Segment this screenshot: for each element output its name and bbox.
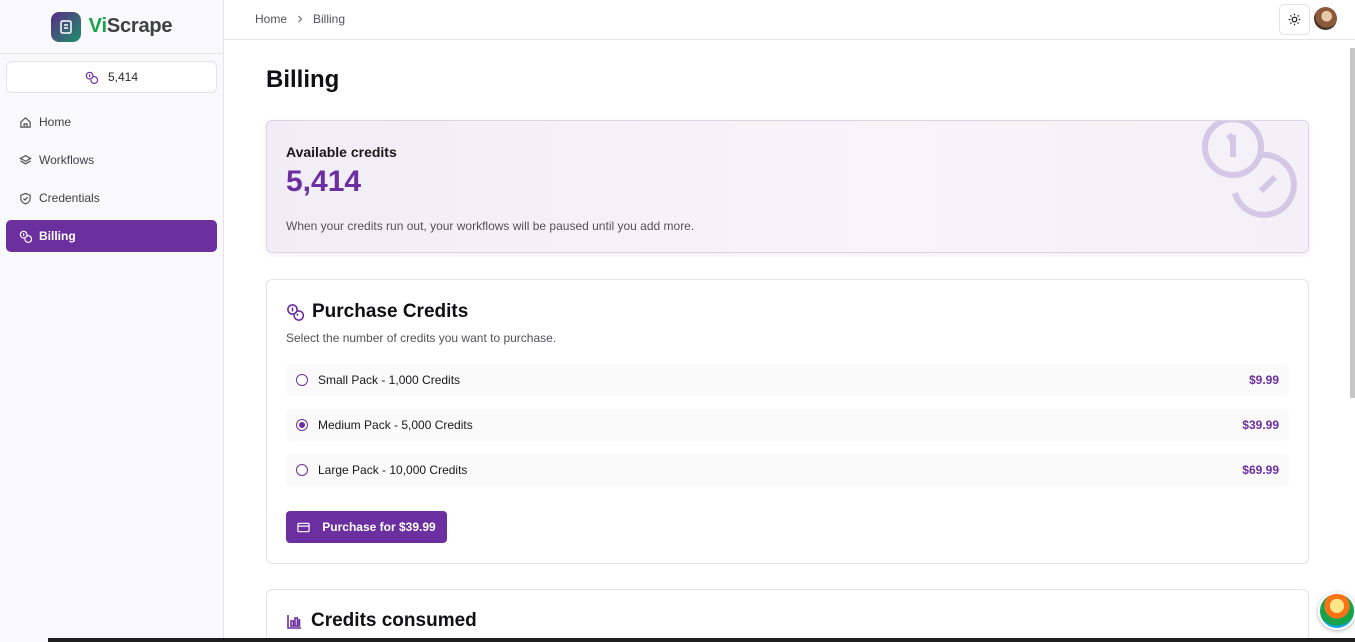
breadcrumb-home[interactable]: Home bbox=[255, 12, 287, 26]
user-avatar[interactable] bbox=[1314, 7, 1337, 30]
purchase-button-label: Purchase for $39.99 bbox=[322, 520, 436, 534]
chevron-right-icon bbox=[298, 15, 303, 23]
credits-consumed-title-text: Credits consumed bbox=[311, 610, 477, 631]
coins-icon bbox=[1202, 121, 1297, 218]
layers-icon bbox=[19, 154, 32, 164]
home-icon bbox=[20, 116, 31, 128]
app: ViScrape 5,414 Home Workflows Credential… bbox=[0, 0, 1355, 642]
theme-toggle-button[interactable] bbox=[1279, 4, 1310, 35]
sidebar-item-billing[interactable]: Billing bbox=[6, 220, 217, 252]
coins-icon bbox=[85, 71, 98, 84]
credit-card-icon bbox=[297, 522, 310, 532]
coins-icon bbox=[287, 304, 304, 321]
available-credits-value: 5,414 bbox=[286, 165, 362, 198]
purchase-credits-title-text: Purchase Credits bbox=[312, 301, 469, 322]
credits-consumed-title: Credits consumed bbox=[286, 610, 477, 632]
brand[interactable]: ViScrape bbox=[0, 0, 223, 54]
breadcrumb: Home Billing bbox=[255, 12, 345, 26]
sidebar-item-workflows[interactable]: Workflows bbox=[6, 144, 217, 176]
bar-chart-icon bbox=[287, 614, 301, 629]
notebook-icon bbox=[50, 11, 81, 42]
floating-assistant-button[interactable] bbox=[1318, 592, 1355, 630]
sidebar-item-label: Credentials bbox=[39, 191, 100, 205]
pack-radio[interactable] bbox=[296, 464, 308, 476]
pack-radio[interactable] bbox=[296, 374, 308, 386]
purchase-credits-card: Purchase Credits Select the number of cr… bbox=[266, 279, 1309, 564]
sidebar-item-label: Billing bbox=[39, 229, 76, 243]
purchase-button[interactable]: Purchase for $39.99 bbox=[286, 511, 447, 543]
brand-name-vi: Vi bbox=[88, 15, 107, 37]
available-credits-note: When your credits run out, your workflow… bbox=[286, 219, 695, 233]
sidebar-nav: Home Workflows Credentials Billing bbox=[6, 106, 217, 258]
sidebar-item-home[interactable]: Home bbox=[6, 106, 217, 138]
page-scrollbar[interactable] bbox=[1350, 48, 1355, 398]
breadcrumb-current: Billing bbox=[313, 12, 346, 26]
main-content: Billing Available credits 5,414 When you… bbox=[224, 40, 1355, 642]
shield-check-icon bbox=[20, 192, 31, 205]
pack-label: Large Pack - 10,000 Credits bbox=[318, 463, 468, 477]
purchase-credits-title: Purchase Credits bbox=[286, 301, 468, 323]
sidebar-credits[interactable]: 5,414 bbox=[6, 61, 217, 93]
pack-option-large[interactable]: Large Pack - 10,000 Credits $69.99 bbox=[286, 454, 1289, 486]
sidebar-item-label: Home bbox=[39, 115, 72, 129]
pack-label: Small Pack - 1,000 Credits bbox=[318, 373, 461, 387]
pack-radio[interactable] bbox=[296, 419, 308, 431]
purchase-credits-subtitle: Select the number of credits you want to… bbox=[286, 331, 557, 345]
credits-consumed-card: Credits consumed bbox=[266, 589, 1309, 642]
sun-icon bbox=[1288, 13, 1301, 26]
top-header: Home Billing bbox=[224, 0, 1355, 40]
brand-name: ViScrape bbox=[89, 15, 173, 38]
coins-icon bbox=[19, 230, 32, 243]
sidebar: ViScrape 5,414 Home Workflows Credential… bbox=[0, 0, 224, 642]
pack-price: $9.99 bbox=[1248, 373, 1279, 387]
pack-label: Medium Pack - 5,000 Credits bbox=[318, 418, 473, 432]
bottom-divider bbox=[48, 638, 1355, 642]
pack-price: $69.99 bbox=[1242, 463, 1279, 477]
pack-option-small[interactable]: Small Pack - 1,000 Credits $9.99 bbox=[286, 364, 1289, 396]
pack-option-medium[interactable]: Medium Pack - 5,000 Credits $39.99 bbox=[286, 409, 1289, 441]
available-credits-card: Available credits 5,414 When your credit… bbox=[266, 120, 1309, 253]
sidebar-item-credentials[interactable]: Credentials bbox=[6, 182, 217, 214]
available-credits-label: Available credits bbox=[286, 144, 397, 160]
sidebar-credits-value: 5,414 bbox=[107, 70, 139, 84]
brand-name-rest: Scrape bbox=[106, 15, 173, 37]
page-title: Billing bbox=[266, 66, 340, 93]
pack-price: $39.99 bbox=[1242, 418, 1279, 432]
sidebar-item-label: Workflows bbox=[39, 153, 95, 167]
